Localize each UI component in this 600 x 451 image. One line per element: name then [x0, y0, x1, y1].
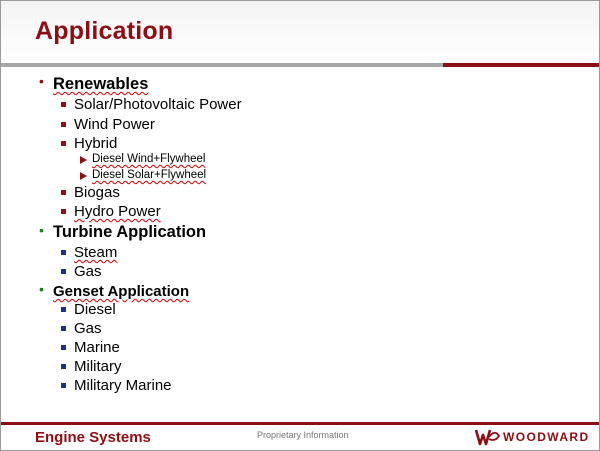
woodward-logo-text: WOODWARD: [503, 430, 590, 444]
outline-item-renewables: Renewables: [53, 75, 148, 94]
outline-item-hydro: Hydro Power: [74, 203, 161, 220]
woodward-logo-icon: [475, 429, 501, 446]
outline-item-military-marine: Military Marine: [74, 377, 172, 394]
outline-item-wind: Wind Power: [74, 116, 155, 133]
footer-proprietary: Proprietary Information: [257, 430, 349, 440]
outline-text: Diesel Wind+Flywheel: [92, 153, 206, 165]
bullet-triangle-icon: [80, 156, 87, 164]
bullet-triangle-icon: [80, 172, 87, 180]
woodward-logo: WOODWARD: [475, 427, 595, 447]
outline-item-hybrid: Hybrid: [74, 135, 118, 152]
outline-item-genset: Genset Application: [53, 283, 189, 300]
outline-text: Genset Application: [53, 283, 190, 300]
bullet-square-icon: [61, 190, 66, 195]
bullet-square-icon: [61, 307, 66, 312]
bullet-square-icon: [61, 345, 66, 350]
outline-item-turbine-gas: Gas: [74, 263, 102, 280]
bullet-square-icon: [61, 122, 66, 127]
bullet-square-icon: [61, 364, 66, 369]
outline-item-biogas: Biogas: [74, 184, 120, 201]
outline-item-steam: Steam: [74, 244, 117, 261]
bullet-square-icon: [61, 383, 66, 388]
outline-item-genset-gas: Gas: [74, 320, 102, 337]
bullet-dot-icon: •: [39, 73, 44, 89]
bullet-square-icon: [61, 326, 66, 331]
slide: Application • Renewables Solar/Photovolt…: [0, 0, 600, 451]
bullet-dot-icon: •: [39, 222, 44, 238]
footer-engine-systems: Engine Systems: [35, 429, 151, 446]
outline-text: Steam: [74, 244, 118, 261]
outline-text: Hydro Power: [74, 203, 161, 220]
outline-item-military: Military: [74, 358, 122, 375]
footer-dots: [288, 443, 318, 447]
outline-item-diesel-solar: Diesel Solar+Flywheel: [92, 169, 206, 181]
bullet-square-icon: [61, 269, 66, 274]
outline-item-solar: Solar/Photovoltaic Power: [74, 96, 242, 113]
outline-text: Diesel Solar+Flywheel: [92, 169, 207, 181]
bullet-square-icon: [61, 209, 66, 214]
outline-text: Renewables: [53, 75, 149, 93]
bullet-square-icon: [61, 102, 66, 107]
outline-item-diesel-wind: Diesel Wind+Flywheel: [92, 153, 205, 165]
outline-item-marine: Marine: [74, 339, 120, 356]
bullet-square-icon: [61, 141, 66, 146]
outline-item-diesel: Diesel: [74, 301, 116, 318]
bullet-outline: • Renewables Solar/Photovoltaic Power Wi…: [1, 1, 599, 450]
footer-rule: [1, 422, 599, 425]
bullet-dot-icon: •: [39, 281, 44, 297]
outline-item-turbine: Turbine Application: [53, 223, 207, 241]
bullet-square-icon: [61, 250, 66, 255]
